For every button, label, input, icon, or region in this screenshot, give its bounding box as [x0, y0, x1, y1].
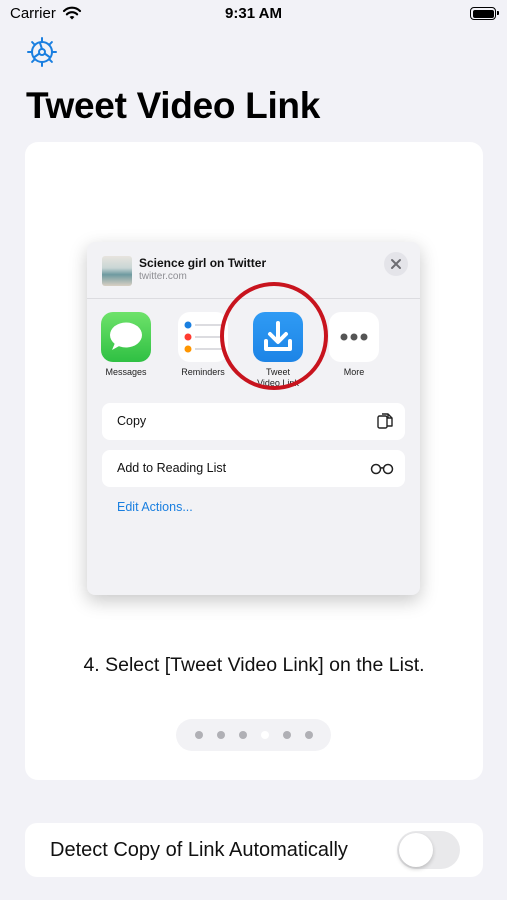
link-thumbnail — [102, 256, 132, 286]
glasses-icon — [370, 463, 394, 475]
page-dot[interactable] — [195, 731, 203, 739]
page-dot-current[interactable] — [261, 731, 269, 739]
status-bar: Carrier 9:31 AM — [0, 0, 507, 30]
app-label: Reminders — [181, 367, 225, 377]
page-dot[interactable] — [239, 731, 247, 739]
more-icon — [329, 312, 379, 362]
page-indicator[interactable] — [176, 719, 331, 751]
edit-actions-link: Edit Actions... — [117, 500, 193, 514]
share-sheet-illustration: Science girl on Twitter twitter.com Mess… — [87, 242, 420, 595]
tutorial-card[interactable]: Science girl on Twitter twitter.com Mess… — [25, 142, 483, 780]
page-title: Tweet Video Link — [26, 85, 321, 126]
auto-detect-row: Detect Copy of Link Automatically — [25, 823, 483, 877]
auto-detect-toggle[interactable] — [397, 831, 460, 869]
action-copy: Copy — [102, 403, 405, 440]
share-url: twitter.com — [139, 271, 187, 282]
toggle-knob[interactable] — [399, 833, 433, 867]
page-dot[interactable] — [283, 731, 291, 739]
battery-icon — [470, 7, 499, 20]
gear-icon[interactable] — [26, 36, 58, 68]
app-label: Messages — [105, 367, 147, 377]
close-icon — [384, 252, 408, 276]
auto-detect-label: Detect Copy of Link Automatically — [50, 839, 348, 861]
page-dot[interactable] — [305, 731, 313, 739]
action-label: Add to Reading List — [117, 461, 227, 475]
action-label: Copy — [117, 414, 147, 428]
copy-icon — [377, 413, 393, 429]
app-messages: Messages — [95, 312, 157, 378]
page-dot[interactable] — [217, 731, 225, 739]
action-add-to-reading-list: Add to Reading List — [102, 450, 405, 487]
highlight-ring — [220, 282, 328, 390]
share-title: Science girl on Twitter — [139, 256, 267, 270]
app-label: More — [343, 367, 365, 377]
status-time: 9:31 AM — [225, 5, 282, 22]
app-more: More — [323, 312, 385, 378]
step-instruction: 4. Select [Tweet Video Link] on the List… — [83, 654, 425, 676]
messages-icon — [101, 312, 151, 362]
